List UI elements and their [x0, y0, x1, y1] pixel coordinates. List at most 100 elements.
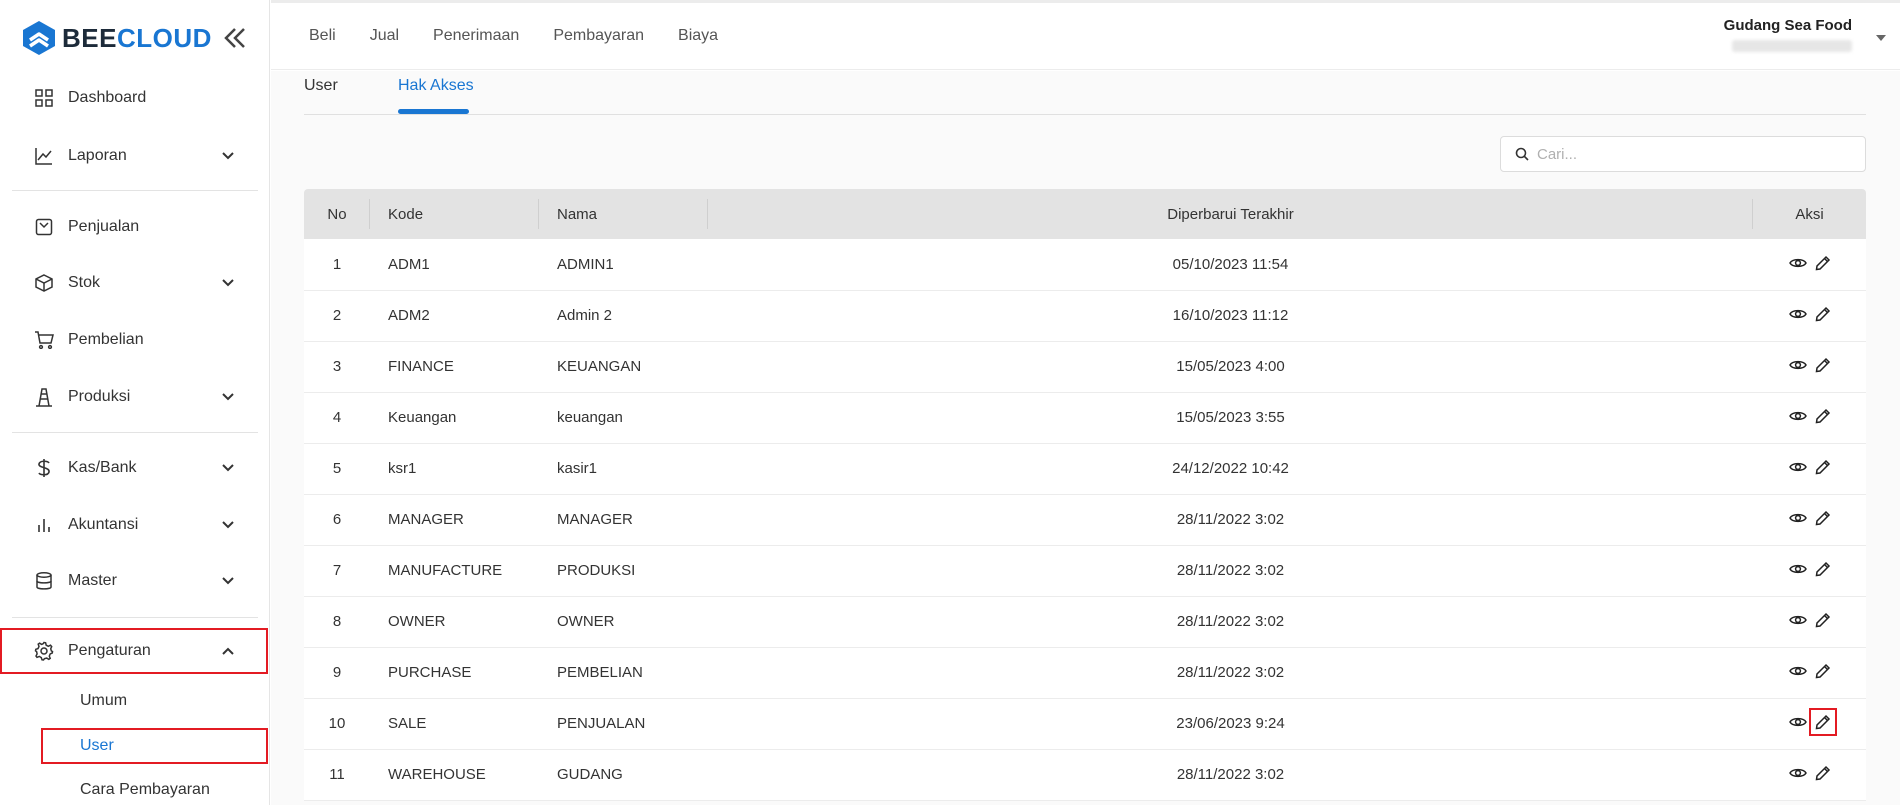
view-icon[interactable] — [1788, 409, 1807, 423]
edit-icon[interactable] — [1815, 255, 1831, 271]
cell-kode: Keuangan — [370, 392, 539, 444]
sidebar-item-produksi[interactable]: Produksi — [12, 374, 258, 420]
edit-icon[interactable] — [1815, 765, 1831, 781]
double-chevron-left-icon — [224, 28, 245, 48]
cell-no: 11 — [304, 749, 370, 801]
table-row[interactable]: 9 PURCHASE PEMBELIAN 28/11/2022 3:02 — [304, 647, 1866, 699]
sidebar-item-akuntansi[interactable]: Akuntansi — [12, 502, 258, 548]
grid-icon — [32, 86, 56, 110]
table-row[interactable]: 11 WAREHOUSE GUDANG 28/11/2022 3:02 — [304, 749, 1866, 801]
cell-no: 6 — [304, 494, 370, 546]
cell-kode: WAREHOUSE — [370, 749, 539, 801]
chevron-down-icon — [222, 521, 234, 529]
sidebar-item-master[interactable]: Master — [12, 558, 258, 604]
sidebar-item-penjualan[interactable]: Penjualan — [12, 204, 258, 250]
sidebar-item-dashboard[interactable]: Dashboard — [12, 75, 258, 121]
cell-no: 8 — [304, 596, 370, 648]
topnav-beli[interactable]: Beli — [309, 27, 336, 45]
sidebar-item-laporan[interactable]: Laporan — [12, 133, 258, 179]
column-header-kode[interactable]: Kode — [370, 189, 539, 239]
sidebar-item-pembelian[interactable]: Pembelian — [12, 317, 258, 363]
sidebar: BEECLOUD Dashboard Laporan Penjualan Sto… — [0, 0, 270, 805]
tab-hak-akses[interactable]: Hak Akses — [398, 77, 474, 95]
sidebar-item-label: Master — [68, 572, 117, 589]
tab-user[interactable]: User — [304, 77, 338, 95]
cell-nama: KEUANGAN — [539, 341, 708, 393]
cell-kode: MANAGER — [370, 494, 539, 546]
view-icon[interactable] — [1788, 511, 1807, 525]
cell-date: 16/10/2023 11:12 — [708, 290, 1753, 342]
highlight-pengaturan — [0, 628, 268, 674]
edit-icon[interactable] — [1815, 408, 1831, 424]
cell-actions — [1753, 290, 1866, 342]
column-header-aksi: Aksi — [1753, 189, 1866, 239]
sidebar-item-label: Stok — [68, 274, 101, 291]
table-row[interactable]: 10 SALE PENJUALAN 23/06/2023 9:24 — [304, 698, 1866, 750]
cell-date: 28/11/2022 3:02 — [708, 545, 1753, 597]
view-icon[interactable] — [1788, 766, 1807, 780]
divider — [12, 432, 258, 433]
sidebar-item-label: Penjualan — [68, 218, 140, 235]
table-row[interactable]: 3 FINANCE KEUANGAN 15/05/2023 4:00 — [304, 341, 1866, 393]
edit-icon[interactable] — [1815, 459, 1831, 475]
column-header-diperbarui[interactable]: Diperbarui Terakhir — [708, 189, 1753, 239]
cell-nama: kasir1 — [539, 443, 708, 495]
view-icon[interactable] — [1788, 562, 1807, 576]
table-row[interactable]: 4 Keuangan keuangan 15/05/2023 3:55 — [304, 392, 1866, 444]
view-icon[interactable] — [1788, 460, 1807, 474]
table-row[interactable]: 6 MANAGER MANAGER 28/11/2022 3:02 — [304, 494, 1866, 546]
cell-actions — [1753, 239, 1866, 291]
cell-nama: PENJUALAN — [539, 698, 708, 750]
edit-icon[interactable] — [1815, 357, 1831, 373]
brand-logo[interactable]: BEECLOUD — [22, 20, 212, 56]
view-icon[interactable] — [1788, 613, 1807, 627]
cell-actions — [1753, 443, 1866, 495]
search-input[interactable] — [1537, 145, 1837, 163]
sidebar-item-label: Laporan — [68, 147, 127, 164]
edit-icon[interactable] — [1815, 663, 1831, 679]
collapse-sidebar-button[interactable] — [220, 24, 250, 52]
sidebar-item-label: Kas/Bank — [68, 459, 137, 476]
tab-bar: User Hak Akses — [304, 71, 1866, 115]
topnav-biaya[interactable]: Biaya — [678, 27, 718, 45]
cell-date: 28/11/2022 3:02 — [708, 494, 1753, 546]
caret-down-icon[interactable] — [1876, 35, 1886, 41]
company-info[interactable]: Gudang Sea Food — [1724, 17, 1852, 52]
cell-kode: ADM1 — [370, 239, 539, 291]
cell-no: 5 — [304, 443, 370, 495]
edit-icon[interactable] — [1815, 612, 1831, 628]
view-icon[interactable] — [1788, 715, 1807, 729]
edit-icon[interactable] — [1815, 306, 1831, 322]
table-row[interactable]: 8 OWNER OWNER 28/11/2022 3:02 — [304, 596, 1866, 648]
sidebar-subitem-cara-pembayaran[interactable]: Cara Pembayaran — [80, 781, 210, 799]
edit-icon[interactable] — [1815, 561, 1831, 577]
view-icon[interactable] — [1788, 307, 1807, 321]
sidebar-subitem-umum[interactable]: Umum — [80, 692, 127, 710]
column-header-nama[interactable]: Nama — [539, 189, 708, 239]
topnav-penerimaan[interactable]: Penerimaan — [433, 27, 519, 45]
edit-icon[interactable] — [1808, 708, 1837, 736]
view-icon[interactable] — [1788, 358, 1807, 372]
cell-kode: ksr1 — [370, 443, 539, 495]
view-icon[interactable] — [1788, 256, 1807, 270]
table-row[interactable]: 5 ksr1 kasir1 24/12/2022 10:42 — [304, 443, 1866, 495]
view-icon[interactable] — [1788, 664, 1807, 678]
column-header-no[interactable]: No — [304, 189, 370, 239]
search-box[interactable] — [1500, 136, 1866, 172]
chevron-down-icon — [222, 152, 234, 160]
edit-icon[interactable] — [1815, 510, 1831, 526]
table-row[interactable]: 7 MANUFACTURE PRODUKSI 28/11/2022 3:02 — [304, 545, 1866, 597]
company-email-blurred — [1732, 40, 1852, 52]
table-row[interactable]: 1 ADM1 ADMIN1 05/10/2023 11:54 — [304, 239, 1866, 291]
cell-date: 24/12/2022 10:42 — [708, 443, 1753, 495]
topnav-pembayaran[interactable]: Pembayaran — [553, 27, 644, 45]
cell-nama: Admin 2 — [539, 290, 708, 342]
sales-icon — [32, 215, 56, 239]
sidebar-item-stok[interactable]: Stok — [12, 260, 258, 306]
sidebar-item-kas-bank[interactable]: Kas/Bank — [12, 445, 258, 491]
factory-icon — [32, 385, 56, 409]
chevron-down-icon — [222, 279, 234, 287]
table-row[interactable]: 2 ADM2 Admin 2 16/10/2023 11:12 — [304, 290, 1866, 342]
sidebar-item-label: Akuntansi — [68, 516, 139, 533]
topnav-jual[interactable]: Jual — [370, 27, 399, 45]
